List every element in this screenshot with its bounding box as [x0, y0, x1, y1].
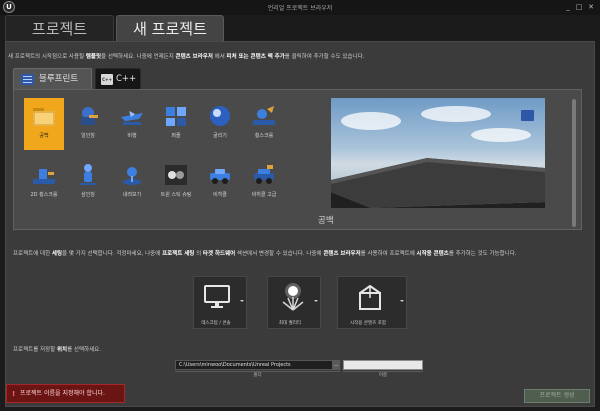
template-label: 트윈 스틱 슈팅: [160, 192, 192, 198]
template-label: 일인칭: [81, 133, 95, 139]
vehicle-icon: [210, 169, 230, 184]
error-message: ! 프로젝트 이름을 지정해야 합니다.: [6, 384, 125, 403]
template-side-scroller[interactable]: 횡스크롤: [244, 98, 284, 150]
template-vehicle-advanced[interactable]: 비히클 고급: [244, 157, 284, 209]
folder-path-input[interactable]: C:\Users\minwoo\Documents\Unreal Project…: [175, 360, 340, 370]
top-down-icon: [123, 167, 141, 185]
window-title: 언리얼 프로젝트 브라우저: [267, 5, 333, 12]
error-icon: !: [12, 390, 16, 398]
tab-new-project[interactable]: 새 프로젝트: [116, 15, 224, 41]
chevron-down-icon: [400, 300, 404, 302]
folder-caption: 폴더: [253, 373, 262, 378]
template-puzzle[interactable]: 퍼즐: [156, 98, 196, 150]
chevron-down-icon: [314, 300, 318, 302]
flying-icon: [121, 111, 143, 125]
setting-label: 최대 퀄리티: [278, 321, 302, 326]
template-blank[interactable]: 공백: [24, 98, 64, 150]
template-flying[interactable]: 비행: [112, 98, 152, 150]
folder-icon: [33, 108, 55, 126]
starter-content-icon: [359, 284, 381, 310]
template-first-person[interactable]: 일인칭: [68, 98, 108, 150]
preview-title: 공백: [318, 216, 334, 226]
tab-cpp[interactable]: C++ C++: [95, 68, 141, 89]
rolling-icon: [210, 106, 230, 126]
side-scroller-icon: [253, 106, 275, 125]
template-label: 비행: [127, 133, 137, 139]
template-third-person[interactable]: 삼인칭: [68, 157, 108, 209]
template-vehicle[interactable]: 비히클: [200, 157, 240, 209]
tab-cpp-label: C++: [116, 74, 137, 84]
tab-blueprint-label: 블루프린트: [39, 74, 79, 84]
close-button[interactable]: ✕: [587, 3, 595, 11]
browse-folder-button[interactable]: ...: [332, 360, 340, 370]
template-preview-image: [331, 98, 545, 208]
settings-description: 프로젝트에 대한 세팅을 몇 가지 선택합니다. 걱정마세요, 나중에 프로젝트…: [13, 251, 517, 257]
minimize-button[interactable]: _: [564, 3, 572, 11]
tab-projects[interactable]: 프로젝트: [5, 15, 114, 41]
template-top-down[interactable]: 내려보기: [112, 157, 152, 209]
error-text: 프로젝트 이름을 지정해야 합니다.: [20, 390, 105, 397]
vehicle-advanced-icon: [254, 165, 274, 184]
puzzle-icon: [166, 107, 186, 126]
template-label: 2D 횡스크롤: [30, 192, 58, 198]
cpp-icon: C++: [101, 74, 113, 85]
target-hardware-dropdown[interactable]: 데스크탑 / 콘솔: [193, 276, 247, 329]
template-2d-side-scroller[interactable]: 2D 횡스크롤: [24, 157, 64, 209]
template-label: 퍼즐: [171, 133, 181, 139]
template-scrollbar[interactable]: [572, 99, 576, 227]
template-label: 횡스크롤: [254, 133, 274, 139]
tab-blueprint[interactable]: 블루프린트: [13, 68, 92, 89]
intro-text: 새 프로젝트의 시작점으로 사용될 템플릿을 선택하세요. 나중에 언제든지 콘…: [8, 54, 365, 60]
template-rolling[interactable]: 굴리기: [200, 98, 240, 150]
template-label: 삼인칭: [81, 192, 95, 198]
2d-side-scroller-icon: [33, 169, 55, 184]
create-project-button[interactable]: 프로젝트 생성: [524, 389, 590, 403]
name-caption: 이름: [378, 373, 388, 378]
monitor-icon: [204, 285, 230, 308]
setting-label: 데스크탑 / 콘솔: [201, 321, 231, 326]
blueprint-badge-icon: [521, 110, 534, 121]
template-label: 굴리기: [213, 133, 227, 139]
quality-dropdown[interactable]: 최대 퀄리티: [267, 276, 321, 329]
quality-icon: [282, 283, 304, 311]
twin-stick-shooter-icon: [165, 165, 187, 185]
preview-floor: [331, 158, 545, 208]
chevron-down-icon: [240, 300, 244, 302]
project-name-input[interactable]: [343, 360, 423, 370]
first-person-icon: [81, 107, 98, 125]
starter-content-dropdown[interactable]: 시작용 콘텐츠 포함: [337, 276, 407, 329]
template-label: 비히클 고급: [251, 192, 277, 198]
setting-label: 시작용 콘텐츠 포함: [350, 321, 386, 326]
template-label: 비히클: [213, 192, 227, 198]
maximize-button[interactable]: □: [575, 3, 583, 11]
template-label: 내려보기: [122, 192, 142, 198]
template-twin-stick-shooter[interactable]: 트윈 스틱 슈팅: [156, 157, 196, 209]
blueprint-icon: [21, 74, 34, 85]
location-description: 프로젝트를 저장할 위치를 선택하세요.: [13, 347, 101, 353]
title-bar: U 언리얼 프로젝트 브라우저 _ □ ✕: [0, 0, 600, 15]
template-label: 공백: [39, 133, 49, 139]
third-person-icon: [79, 164, 97, 185]
